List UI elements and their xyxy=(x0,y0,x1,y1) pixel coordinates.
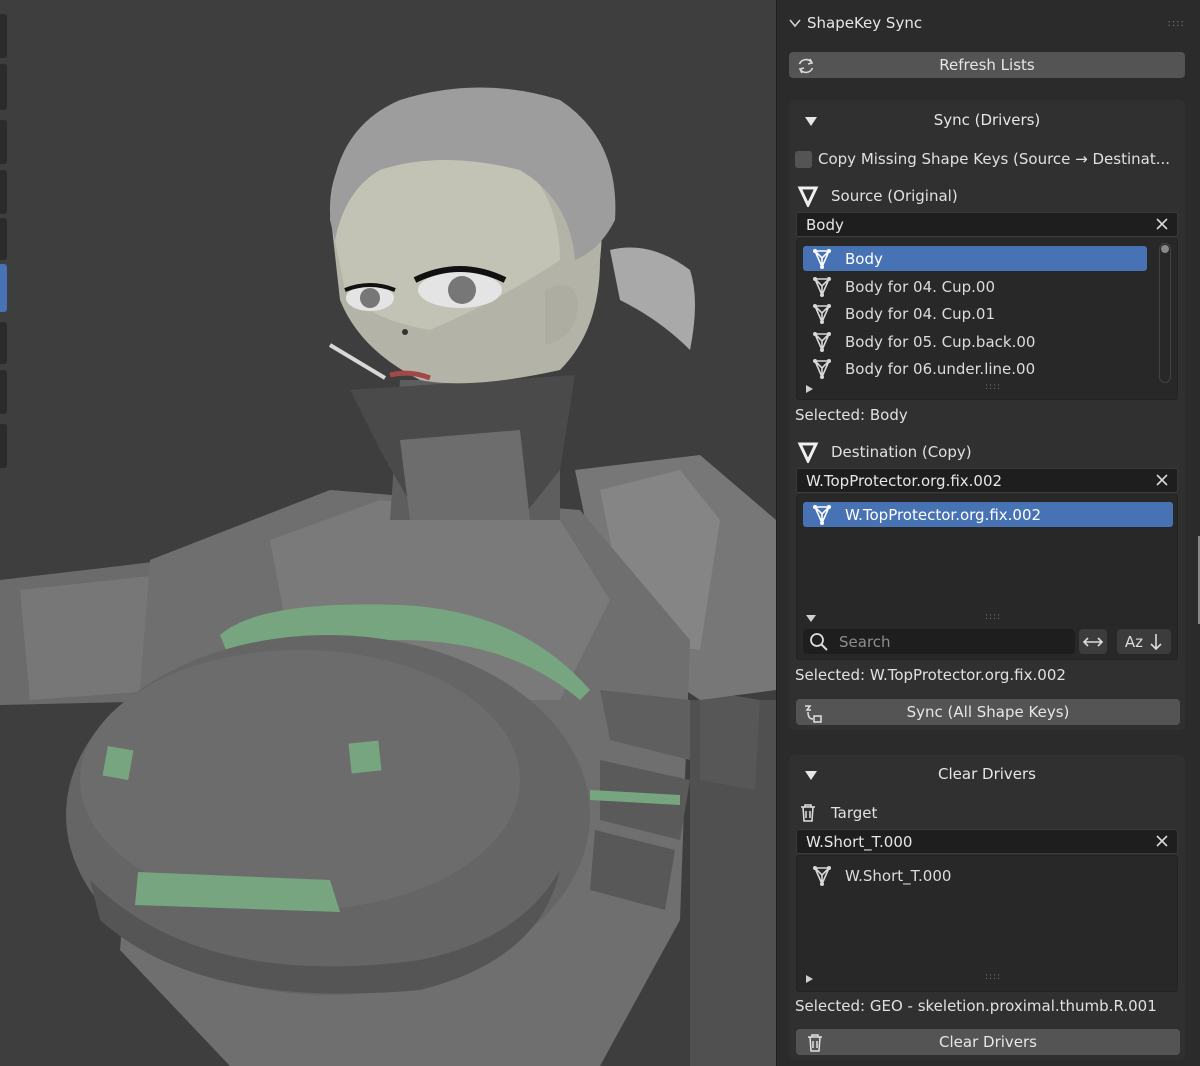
viewport-tab[interactable] xyxy=(0,218,7,260)
destination-selected-text: Selected: W.TopProtector.org.fix.002 xyxy=(795,666,1066,684)
destination-object-field[interactable]: W.TopProtector.org.fix.002 xyxy=(796,468,1178,493)
clear-drivers-title: Clear Drivers xyxy=(938,765,1036,783)
viewport-tab[interactable] xyxy=(0,120,7,164)
list-item-label: Body xyxy=(845,249,883,268)
list-resize-grip-icon[interactable]: :::: xyxy=(985,612,1001,622)
list-item-label: W.Short_T.000 xyxy=(845,866,952,885)
target-object-field[interactable]: W.Short_T.000 xyxy=(796,829,1178,854)
shape-key-icon xyxy=(813,504,831,525)
search-input[interactable]: Search xyxy=(803,629,1075,654)
search-icon xyxy=(810,632,828,651)
refresh-icon xyxy=(798,58,814,74)
double-arrow-icon xyxy=(1082,636,1104,647)
character-model-render xyxy=(0,0,776,1066)
clear-x-icon[interactable] xyxy=(1155,473,1169,487)
source-selected-label: Selected: Body xyxy=(795,406,908,424)
target-label-row: Target xyxy=(799,803,877,823)
refresh-lists-button[interactable]: Refresh Lists xyxy=(789,52,1185,78)
list-expand-triangle-icon[interactable] xyxy=(806,975,813,983)
list-item-label: Body for 05. Cup.back.00 xyxy=(845,332,1036,351)
clear-x-icon[interactable] xyxy=(1155,217,1169,231)
target-field-value: W.Short_T.000 xyxy=(806,832,913,851)
3d-viewport[interactable] xyxy=(0,0,776,1066)
clear-drivers-button-label: Clear Drivers xyxy=(939,1033,1037,1051)
shape-key-icon xyxy=(813,303,831,324)
trash-icon xyxy=(801,804,815,822)
viewport-tab[interactable] xyxy=(0,64,7,110)
destination-label: Destination (Copy) xyxy=(831,443,972,461)
sort-alpha-button[interactable]: Az xyxy=(1117,629,1171,654)
list-item[interactable]: Body for 04. Cup.01 xyxy=(803,301,1147,326)
drag-grip-icon[interactable]: :::: xyxy=(1168,18,1185,29)
copy-missing-checkbox[interactable] xyxy=(795,150,812,168)
n-panel-sidebar: ShapeKey Sync :::: Refresh Lists Sync (D… xyxy=(776,0,1200,1066)
panel-header[interactable]: ShapeKey Sync :::: xyxy=(789,10,1189,36)
target-label: Target xyxy=(831,804,878,822)
trash-icon xyxy=(808,1034,822,1052)
source-label-row: Source (Original) xyxy=(797,185,958,207)
viewport-tab-active[interactable] xyxy=(0,264,7,312)
list-expand-triangle-icon[interactable] xyxy=(806,385,813,393)
sync-drivers-box: Sync (Drivers) Copy Missing Shape Keys (… xyxy=(789,100,1185,730)
source-object-field[interactable]: Body xyxy=(796,212,1178,237)
scrollbar-thumb[interactable] xyxy=(1161,245,1169,253)
copy-missing-label: Copy Missing Shape Keys (Source → Destin… xyxy=(818,150,1171,168)
destination-label-row: Destination (Copy) xyxy=(797,441,972,463)
clear-drivers-box: Clear Drivers Target W.Short_T.000 W.Sho… xyxy=(789,755,1185,1060)
source-label: Source (Original) xyxy=(831,187,958,205)
shape-key-icon xyxy=(813,331,831,352)
mesh-data-icon xyxy=(797,442,819,463)
sort-arrow-down-icon xyxy=(1150,633,1162,650)
destination-shape-key-list[interactable]: W.TopProtector.org.fix.002 :::: Search A… xyxy=(796,494,1178,660)
list-item[interactable]: Body for 05. Cup.back.00 xyxy=(803,329,1147,354)
source-field-value: Body xyxy=(806,215,844,234)
viewport-tab[interactable] xyxy=(0,322,7,364)
list-item[interactable]: Body xyxy=(803,246,1147,271)
refresh-lists-label: Refresh Lists xyxy=(939,56,1035,74)
shape-key-icon xyxy=(813,248,831,269)
list-item[interactable]: Body for 04. Cup.00 xyxy=(803,274,1147,299)
shape-key-icon xyxy=(813,865,831,886)
target-shape-key-list[interactable]: W.Short_T.000 :::: xyxy=(796,855,1178,992)
search-placeholder: Search xyxy=(839,632,891,651)
destination-field-value: W.TopProtector.org.fix.002 xyxy=(806,471,1003,490)
copy-missing-row[interactable]: Copy Missing Shape Keys (Source → Destin… xyxy=(795,150,1170,168)
list-item[interactable]: W.TopProtector.org.fix.002 xyxy=(803,502,1173,527)
sort-alpha-label: Az xyxy=(1124,632,1144,651)
viewport-tab[interactable] xyxy=(0,370,7,414)
sync-all-shape-keys-button[interactable]: Sync (All Shape Keys) xyxy=(796,699,1180,725)
list-item-label: W.TopProtector.org.fix.002 xyxy=(845,505,1042,524)
list-resize-grip-icon[interactable]: :::: xyxy=(985,382,1001,392)
sync-drivers-title: Sync (Drivers) xyxy=(933,111,1041,129)
sync-all-label: Sync (All Shape Keys) xyxy=(906,703,1070,721)
driver-icon xyxy=(805,705,822,723)
viewport-side-tabs xyxy=(0,0,8,1066)
list-item[interactable]: W.Short_T.000 xyxy=(803,863,1173,888)
panel-title: ShapeKey Sync xyxy=(807,14,923,32)
mesh-data-icon xyxy=(797,186,819,207)
list-scrollbar[interactable] xyxy=(1159,243,1171,383)
source-shape-key-list[interactable]: Body Body for 04. Cup.00 Body for 04. Cu… xyxy=(796,238,1178,400)
list-item[interactable]: Body for 06.under.line.00 xyxy=(803,356,1147,381)
source-selected-text: Selected: Body xyxy=(795,406,908,424)
clear-drivers-button[interactable]: Clear Drivers xyxy=(796,1029,1180,1055)
chevron-down-icon xyxy=(789,19,801,28)
invert-filter-button[interactable] xyxy=(1079,629,1107,654)
list-item-label: Body for 06.under.line.00 xyxy=(845,359,1036,378)
viewport-tab[interactable] xyxy=(0,424,7,468)
destination-selected-label: Selected: W.TopProtector.org.fix.002 xyxy=(795,666,1066,684)
viewport-tab[interactable] xyxy=(0,170,7,214)
list-item-label: Body for 04. Cup.01 xyxy=(845,304,996,323)
viewport-tab[interactable] xyxy=(0,14,7,58)
shape-key-icon xyxy=(813,358,831,379)
list-item-label: Body for 04. Cup.00 xyxy=(845,277,996,296)
target-selected-label: Selected: GEO - skeletion.proximal.thumb… xyxy=(795,997,1157,1015)
list-resize-grip-icon[interactable]: :::: xyxy=(985,972,1001,982)
target-selected-text: Selected: GEO - skeletion.proximal.thumb… xyxy=(795,997,1157,1015)
shape-key-icon xyxy=(813,276,831,297)
clear-x-icon[interactable] xyxy=(1155,834,1169,848)
list-collapse-triangle-icon[interactable] xyxy=(806,615,816,622)
